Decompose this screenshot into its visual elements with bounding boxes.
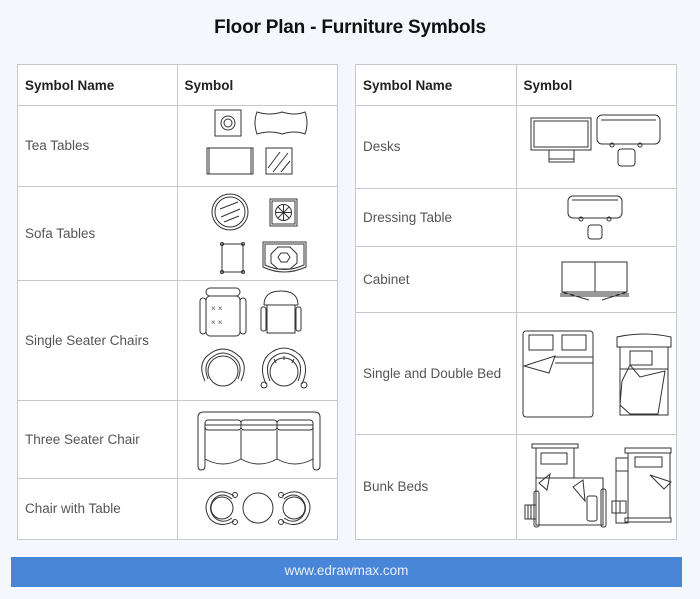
double-bed-icon xyxy=(521,330,593,418)
l-shaped-bunk-bed-icon xyxy=(524,443,606,528)
symbol-cell xyxy=(176,105,338,187)
svg-text:× ×: × × xyxy=(211,318,223,327)
table-row: Single and Double Bed xyxy=(355,312,677,435)
round-chair-icon xyxy=(200,348,245,387)
desk-with-monitor-icon xyxy=(530,117,591,163)
glass-tea-table-icon xyxy=(265,147,292,175)
table-header-row: Symbol Name Symbol xyxy=(355,64,677,106)
column-header-symbol: Symbol xyxy=(176,64,338,106)
bunk-bed-icon xyxy=(611,447,672,524)
symbol-name: Sofa Tables xyxy=(17,186,178,281)
single-bed-icon xyxy=(616,333,671,416)
symbol-name: Single and Double Bed xyxy=(355,312,517,435)
table-row: Sofa Tables xyxy=(17,186,338,281)
symbol-name: Desks xyxy=(355,105,517,189)
table-row: Three Seater Chair xyxy=(17,400,338,479)
symbol-name: Bunk Beds xyxy=(355,434,517,540)
symbol-name: Three Seater Chair xyxy=(17,400,178,479)
symbol-cell xyxy=(176,400,338,479)
table-row: Desks xyxy=(355,105,677,189)
octagon-table-icon xyxy=(269,198,297,227)
symbol-cell xyxy=(515,434,677,540)
tufted-armchair-icon: × × × × xyxy=(199,287,246,337)
page-title: Floor Plan - Furniture Symbols xyxy=(214,17,486,38)
square-table-icon xyxy=(219,242,245,274)
armchair-icon xyxy=(260,290,301,334)
symbol-cell xyxy=(515,105,677,189)
table-row: Cabinet xyxy=(355,246,677,313)
round-table-icon xyxy=(242,492,273,524)
symbol-name: Cabinet xyxy=(355,246,517,313)
symbol-cell xyxy=(176,186,338,281)
scroll-arm-chair-icon xyxy=(260,347,307,389)
table-header-row: Symbol Name Symbol xyxy=(17,64,338,106)
table-row: Chair with Table xyxy=(17,478,338,540)
furniture-symbols-table-right: Symbol Name Symbol Desks Dressing Table xyxy=(355,64,677,540)
symbol-cell xyxy=(515,312,677,435)
svg-text:× ×: × × xyxy=(211,304,223,313)
right-chair-icon xyxy=(277,491,310,525)
table-row: Tea Tables xyxy=(17,105,338,187)
column-header-symbol: Symbol xyxy=(515,64,677,106)
furniture-symbols-table-left: Symbol Name Symbol Tea Tables Sofa Table… xyxy=(17,64,338,540)
rectangular-tea-table-icon xyxy=(206,147,253,175)
symbol-name: Tea Tables xyxy=(17,105,178,187)
cabinet-icon xyxy=(559,261,629,301)
symbol-cell xyxy=(515,188,677,247)
dressing-table-icon xyxy=(567,195,622,240)
symbol-cell xyxy=(515,246,677,313)
footer-url-banner[interactable]: www.edrawmax.com xyxy=(11,557,682,587)
desk-with-stool-icon xyxy=(596,114,660,167)
symbol-name: Chair with Table xyxy=(17,478,178,540)
column-header-symbol-name: Symbol Name xyxy=(17,64,178,106)
symbol-name: Single Seater Chairs xyxy=(17,280,178,401)
table-row: Bunk Beds xyxy=(355,434,677,540)
three-seater-sofa-icon xyxy=(197,411,320,471)
curved-octagon-table-icon xyxy=(262,241,306,273)
table-row: Single Seater Chairs × × × × xyxy=(17,280,338,401)
column-header-symbol-name: Symbol Name xyxy=(355,64,517,106)
round-glass-table-icon xyxy=(211,193,248,231)
symbol-cell: × × × × xyxy=(176,280,338,401)
left-chair-icon xyxy=(205,491,238,525)
oval-tea-table-icon xyxy=(254,111,307,135)
round-tea-table-icon xyxy=(214,109,241,137)
table-row: Dressing Table xyxy=(355,188,677,247)
symbol-name: Dressing Table xyxy=(355,188,517,247)
symbol-cell xyxy=(176,478,338,540)
